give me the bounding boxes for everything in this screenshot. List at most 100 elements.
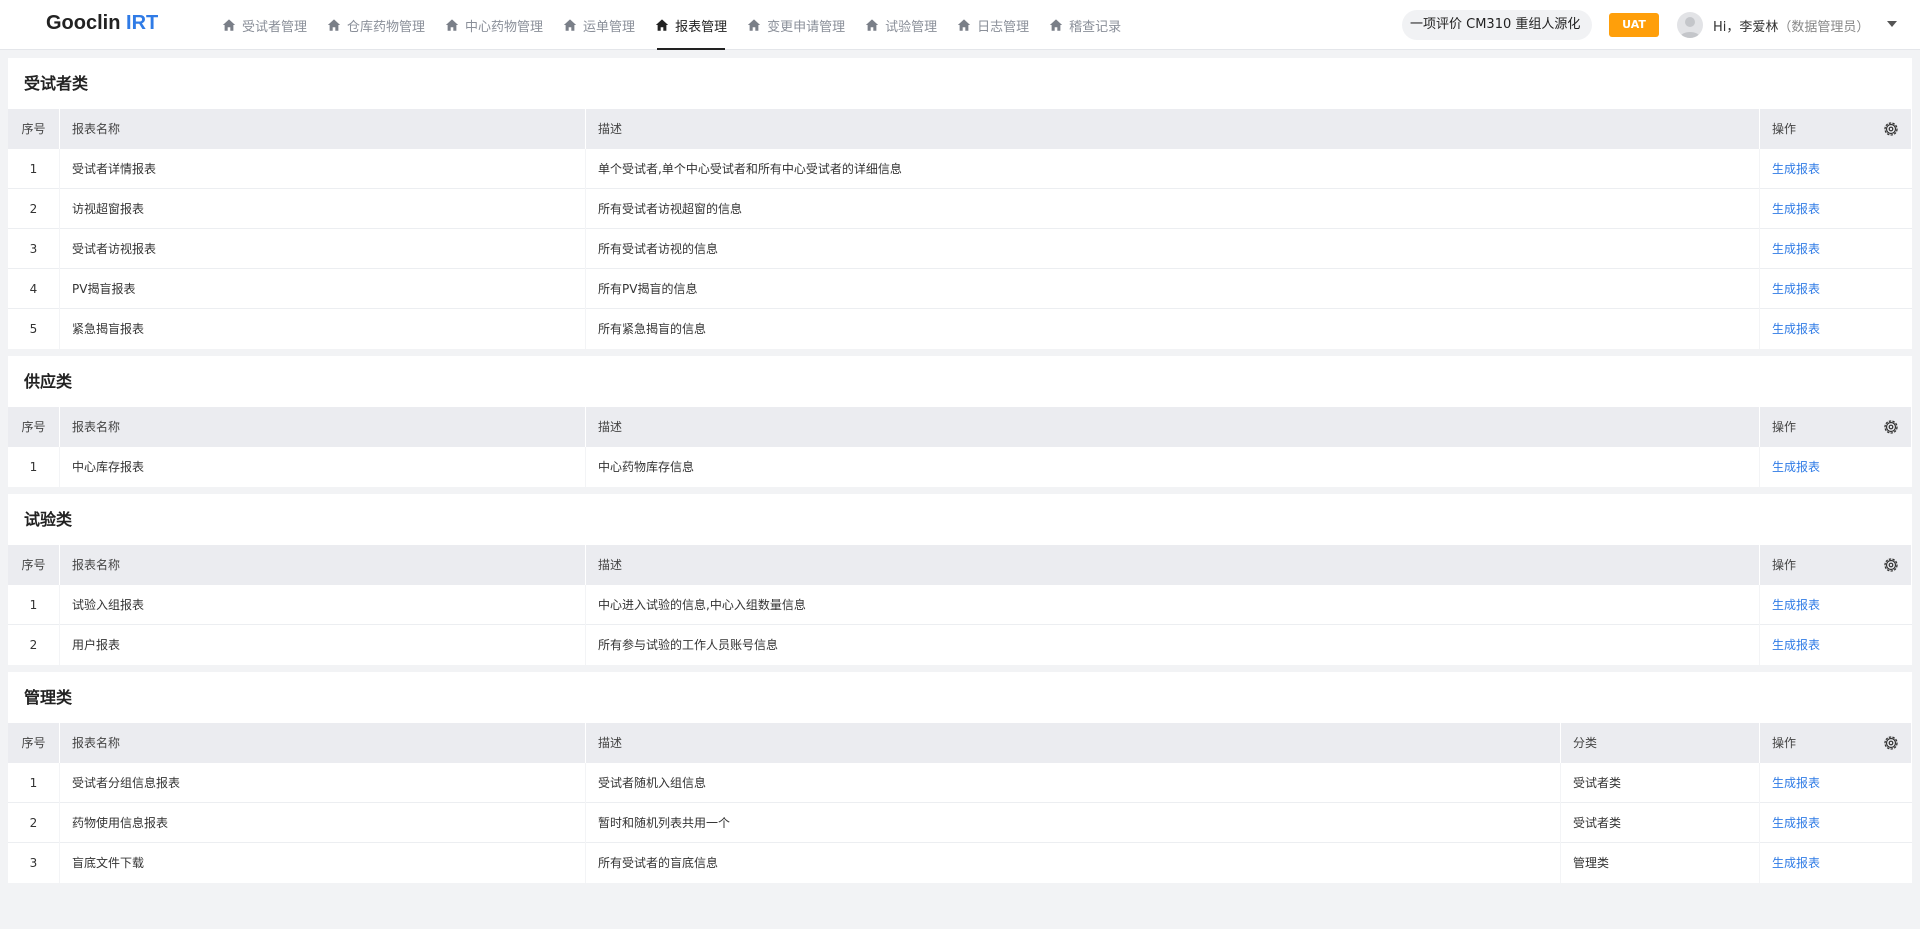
avatar[interactable] xyxy=(1677,12,1703,38)
report-table: 序号 报表名称 描述 操作 1 试验入组报表 中心进入试验的信息,中心入组数量信… xyxy=(8,545,1912,665)
nav-label: 变更申请管理 xyxy=(767,19,846,35)
table-header-row: 序号 报表名称 描述 分类 操作 xyxy=(8,723,1912,763)
generate-report-link[interactable]: 生成报表 xyxy=(1772,776,1820,790)
table-row: 4 PV揭盲报表 所有PV揭盲的信息 生成报表 xyxy=(8,269,1912,309)
gear-icon[interactable] xyxy=(1883,735,1899,751)
row-op: 生成报表 xyxy=(1760,269,1912,309)
report-table: 序号 报表名称 描述 操作 1 中心库存报表 中心药物库存信息 生成报表 xyxy=(8,407,1912,487)
table-row: 1 受试者详情报表 单个受试者,单个中心受试者和所有中心受试者的详细信息 生成报… xyxy=(8,149,1912,189)
logo-accent: IRT xyxy=(126,12,159,34)
row-index: 2 xyxy=(8,803,60,843)
report-table: 序号 报表名称 描述 操作 1 受试者详情报表 单个受试者,单个中心受试者和所有… xyxy=(8,109,1912,349)
home-icon xyxy=(1050,19,1063,31)
row-op: 生成报表 xyxy=(1760,585,1912,625)
table-row: 2 用户报表 所有参与试验的工作人员账号信息 生成报表 xyxy=(8,625,1912,665)
col-header-name: 报表名称 xyxy=(60,723,586,763)
gear-icon[interactable] xyxy=(1883,557,1899,573)
table-row: 3 受试者访视报表 所有受试者访视的信息 生成报表 xyxy=(8,229,1912,269)
generate-report-link[interactable]: 生成报表 xyxy=(1772,598,1820,612)
row-name: 紧急揭盲报表 xyxy=(60,309,586,349)
nav-warehouse-drugs[interactable]: 仓库药物管理 xyxy=(317,0,435,50)
row-desc: 单个受试者,单个中心受试者和所有中心受试者的详细信息 xyxy=(586,149,1760,189)
row-name: 试验入组报表 xyxy=(60,585,586,625)
col-header-desc: 描述 xyxy=(586,545,1760,585)
col-header-index: 序号 xyxy=(8,109,60,149)
nav-audit-records[interactable]: 稽查记录 xyxy=(1039,0,1131,50)
section-subject-reports: 受试者类 序号 报表名称 描述 操作 1 受试者详情报表 单个受试者,单个中心受… xyxy=(8,58,1912,349)
table-header-row: 序号 报表名称 描述 操作 xyxy=(8,109,1912,149)
nav-subjects[interactable]: 受试者管理 xyxy=(212,0,317,50)
row-desc: 所有受试者访视的信息 xyxy=(586,229,1760,269)
section-title: 管理类 xyxy=(24,688,73,707)
row-op: 生成报表 xyxy=(1760,149,1912,189)
nav-label: 受试者管理 xyxy=(242,19,308,35)
logo-main: Gooclin xyxy=(46,12,121,34)
chevron-down-icon[interactable] xyxy=(1887,21,1897,27)
nav-site-drugs[interactable]: 中心药物管理 xyxy=(435,0,553,50)
section-title: 试验类 xyxy=(24,510,73,529)
home-icon xyxy=(957,19,971,31)
row-op: 生成报表 xyxy=(1760,625,1912,665)
row-name: 受试者分组信息报表 xyxy=(60,763,586,803)
user-greeting[interactable]: Hi，李爱林（数据管理员） xyxy=(1713,16,1869,35)
row-op: 生成报表 xyxy=(1760,763,1912,803)
col-header-op-label: 操作 xyxy=(1772,558,1797,572)
generate-report-link[interactable]: 生成报表 xyxy=(1772,242,1820,256)
row-desc: 暂时和随机列表共用一个 xyxy=(586,803,1561,843)
row-index: 4 xyxy=(8,269,60,309)
row-desc: 所有受试者访视超窗的信息 xyxy=(586,189,1760,229)
row-name: 受试者访视报表 xyxy=(60,229,586,269)
row-name: 用户报表 xyxy=(60,625,586,665)
project-selector[interactable]: 一项评价 CM310 重组人源化 xyxy=(1402,10,1592,40)
row-index: 1 xyxy=(8,149,60,189)
nav-logs[interactable]: 日志管理 xyxy=(947,0,1039,50)
nav-label: 仓库药物管理 xyxy=(347,19,426,35)
table-row: 1 受试者分组信息报表 受试者随机入组信息 受试者类 生成报表 xyxy=(8,763,1912,803)
col-header-op-label: 操作 xyxy=(1772,420,1797,434)
home-icon xyxy=(865,19,879,31)
row-desc: 受试者随机入组信息 xyxy=(586,763,1561,803)
table-row: 1 试验入组报表 中心进入试验的信息,中心入组数量信息 生成报表 xyxy=(8,585,1912,625)
generate-report-link[interactable]: 生成报表 xyxy=(1772,202,1820,216)
row-name: 盲底文件下载 xyxy=(60,843,586,883)
generate-report-link[interactable]: 生成报表 xyxy=(1772,460,1820,474)
generate-report-link[interactable]: 生成报表 xyxy=(1772,816,1820,830)
row-index: 1 xyxy=(8,447,60,487)
row-name: 访视超窗报表 xyxy=(60,189,586,229)
nav-label: 日志管理 xyxy=(977,19,1030,35)
col-header-name: 报表名称 xyxy=(60,407,586,447)
main-nav: 受试者管理 仓库药物管理 中心药物管理 运单管理 报表管理 变更申请管理 试验管… xyxy=(212,0,1131,50)
home-icon xyxy=(563,19,577,31)
nav-change-requests[interactable]: 变更申请管理 xyxy=(737,0,855,50)
nav-label: 报表管理 xyxy=(675,19,728,35)
row-name: 受试者详情报表 xyxy=(60,149,586,189)
user-icon xyxy=(1680,17,1700,38)
generate-report-link[interactable]: 生成报表 xyxy=(1772,856,1820,870)
table-row: 2 访视超窗报表 所有受试者访视超窗的信息 生成报表 xyxy=(8,189,1912,229)
row-desc: 所有紧急揭盲的信息 xyxy=(586,309,1760,349)
section-trial-reports: 试验类 序号 报表名称 描述 操作 1 试验入组报表 中心进入试验的信息,中心入… xyxy=(8,494,1912,665)
user-name: Hi，李爱林 xyxy=(1713,20,1779,35)
generate-report-link[interactable]: 生成报表 xyxy=(1772,638,1820,652)
col-header-op-label: 操作 xyxy=(1772,736,1797,750)
env-badge: UAT xyxy=(1609,13,1659,37)
row-name: 中心库存报表 xyxy=(60,447,586,487)
nav-trials[interactable]: 试验管理 xyxy=(855,0,947,50)
gear-icon[interactable] xyxy=(1883,121,1899,137)
col-header-op: 操作 xyxy=(1760,407,1912,447)
nav-shipments[interactable]: 运单管理 xyxy=(553,0,645,50)
col-header-desc: 描述 xyxy=(586,723,1561,763)
home-icon xyxy=(222,19,236,31)
col-header-name: 报表名称 xyxy=(60,545,586,585)
generate-report-link[interactable]: 生成报表 xyxy=(1772,162,1820,176)
generate-report-link[interactable]: 生成报表 xyxy=(1772,282,1820,296)
row-desc: 所有受试者的盲底信息 xyxy=(586,843,1561,883)
nav-reports[interactable]: 报表管理 xyxy=(645,0,737,50)
row-desc: 中心进入试验的信息,中心入组数量信息 xyxy=(586,585,1760,625)
row-desc: 所有PV揭盲的信息 xyxy=(586,269,1760,309)
nav-label: 中心药物管理 xyxy=(465,19,544,35)
row-op: 生成报表 xyxy=(1760,189,1912,229)
gear-icon[interactable] xyxy=(1883,419,1899,435)
generate-report-link[interactable]: 生成报表 xyxy=(1772,322,1820,336)
app-logo[interactable]: Gooclin IRT xyxy=(46,12,158,35)
